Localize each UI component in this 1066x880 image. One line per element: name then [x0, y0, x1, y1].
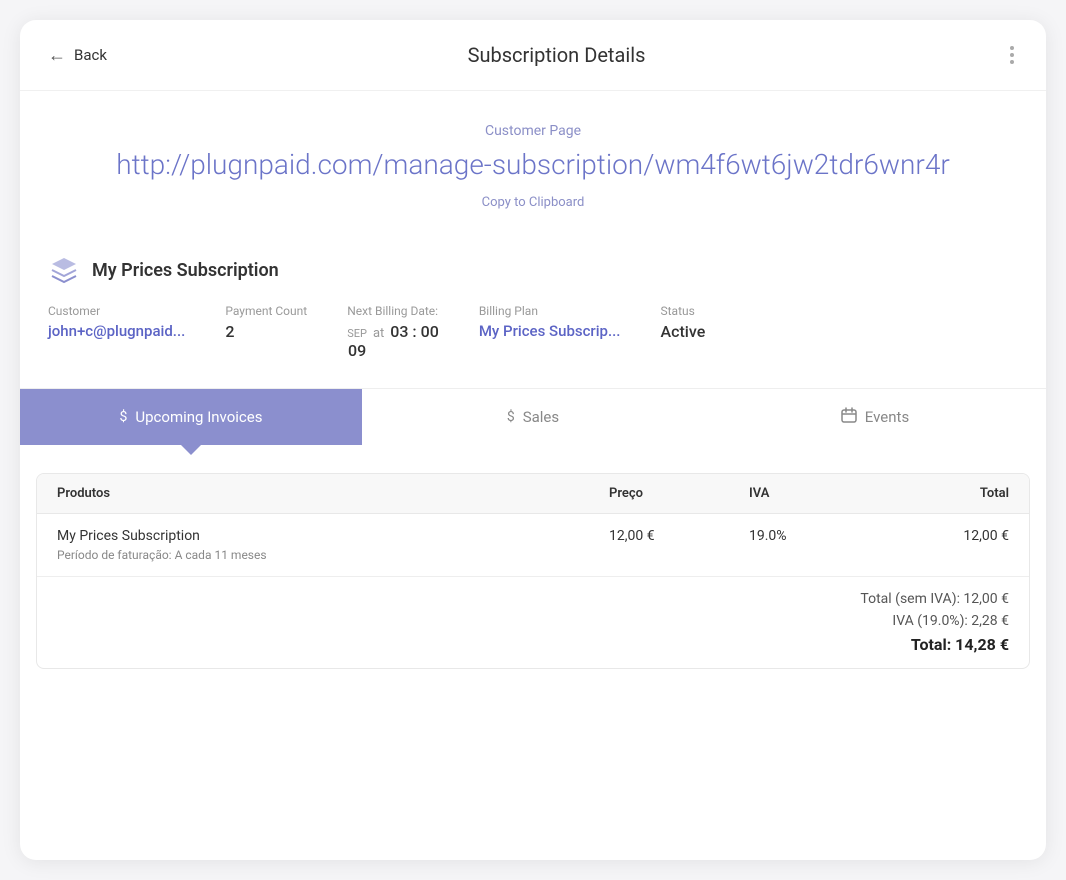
billing-month: SEP	[347, 327, 367, 340]
subscription-header: My Prices Subscription	[20, 234, 1046, 286]
back-label: Back	[74, 46, 107, 64]
back-arrow-icon: ←	[48, 45, 66, 66]
header: ← Back Subscription Details	[20, 20, 1046, 91]
total-iva: IVA (19.0%): 2,28 €	[892, 613, 1009, 629]
status-value: Active	[660, 322, 705, 341]
tabs-container: $ Upcoming Invoices $ Sales Events	[20, 388, 1046, 445]
billing-date-col: SEP 09	[347, 327, 367, 359]
billing-plan-cell: Billing Plan My Prices Subscrip...	[479, 304, 621, 359]
billing-plan-value: My Prices Subscrip...	[479, 322, 621, 340]
customer-label: Customer	[48, 304, 185, 318]
next-billing-inner: SEP 09 at 03 : 00	[347, 322, 439, 359]
tab-sales[interactable]: $ Sales	[362, 389, 704, 445]
status-cell: Status Active	[660, 304, 705, 359]
billing-time: 03 : 00	[390, 322, 439, 341]
total-final: Total: 14,28 €	[911, 635, 1009, 654]
copy-to-clipboard-button[interactable]: Copy to Clipboard	[48, 195, 1018, 210]
dot-1	[1010, 46, 1014, 50]
more-options-button[interactable]	[1006, 42, 1018, 68]
customer-cell: Customer john+c@plugnpaid...	[48, 304, 185, 359]
next-billing-cell: Next Billing Date: SEP 09 at 03 : 00	[347, 304, 439, 359]
status-label: Status	[660, 304, 705, 318]
total-sem-iva: Total (sem IVA): 12,00 €	[860, 591, 1009, 607]
payment-count-label: Payment Count	[225, 304, 307, 318]
billing-day: 09	[348, 341, 366, 360]
period-row: Período de faturação: A cada 11 meses	[37, 548, 1029, 576]
customer-page-url[interactable]: http://plugnpaid.com/manage-subscription…	[48, 147, 1018, 183]
dot-2	[1010, 53, 1014, 57]
product-preco: 12,00 €	[609, 528, 749, 544]
layers-icon	[48, 254, 80, 286]
page-container: ← Back Subscription Details Customer Pag…	[20, 20, 1046, 860]
next-billing-label: Next Billing Date:	[347, 304, 439, 318]
row-data: My Prices Subscription 12,00 € 19.0% 12,…	[37, 514, 1029, 548]
at-label: at	[373, 326, 384, 341]
dollar-icon-upcoming: $	[120, 409, 128, 425]
subscription-info-grid: Customer john+c@plugnpaid... Payment Cou…	[20, 286, 1046, 387]
dollar-icon-sales: $	[507, 409, 515, 425]
back-button[interactable]: ← Back	[48, 45, 107, 66]
page-title: Subscription Details	[107, 43, 1006, 67]
tab-events[interactable]: Events	[704, 389, 1046, 445]
dot-3	[1010, 60, 1014, 64]
th-iva: IVA	[749, 486, 869, 501]
tab-upcoming-label: Upcoming Invoices	[135, 408, 262, 426]
payment-count-value: 2	[225, 322, 307, 341]
tab-sales-label: Sales	[523, 408, 559, 426]
calendar-icon	[841, 407, 857, 427]
payment-count-cell: Payment Count 2	[225, 304, 307, 359]
th-produtos: Produtos	[57, 486, 609, 501]
customer-page-section: Customer Page http://plugnpaid.com/manag…	[20, 91, 1046, 234]
tab-events-label: Events	[865, 408, 909, 426]
tab-upcoming-invoices[interactable]: $ Upcoming Invoices	[20, 389, 362, 445]
subscription-title: My Prices Subscription	[92, 260, 279, 281]
th-preco: Preço	[609, 486, 749, 501]
totals-section: Total (sem IVA): 12,00 € IVA (19.0%): 2,…	[37, 576, 1029, 668]
invoice-table: Produtos Preço IVA Total My Prices Subsc…	[36, 473, 1030, 669]
customer-page-label: Customer Page	[48, 123, 1018, 139]
table-header: Produtos Preço IVA Total	[37, 474, 1029, 514]
th-total: Total	[869, 486, 1009, 501]
product-name: My Prices Subscription	[57, 528, 609, 544]
billing-plan-label: Billing Plan	[479, 304, 621, 318]
product-total: 12,00 €	[869, 528, 1009, 544]
product-iva: 19.0%	[749, 528, 869, 544]
table-row: My Prices Subscription 12,00 € 19.0% 12,…	[37, 514, 1029, 576]
customer-value: john+c@plugnpaid...	[48, 322, 185, 340]
